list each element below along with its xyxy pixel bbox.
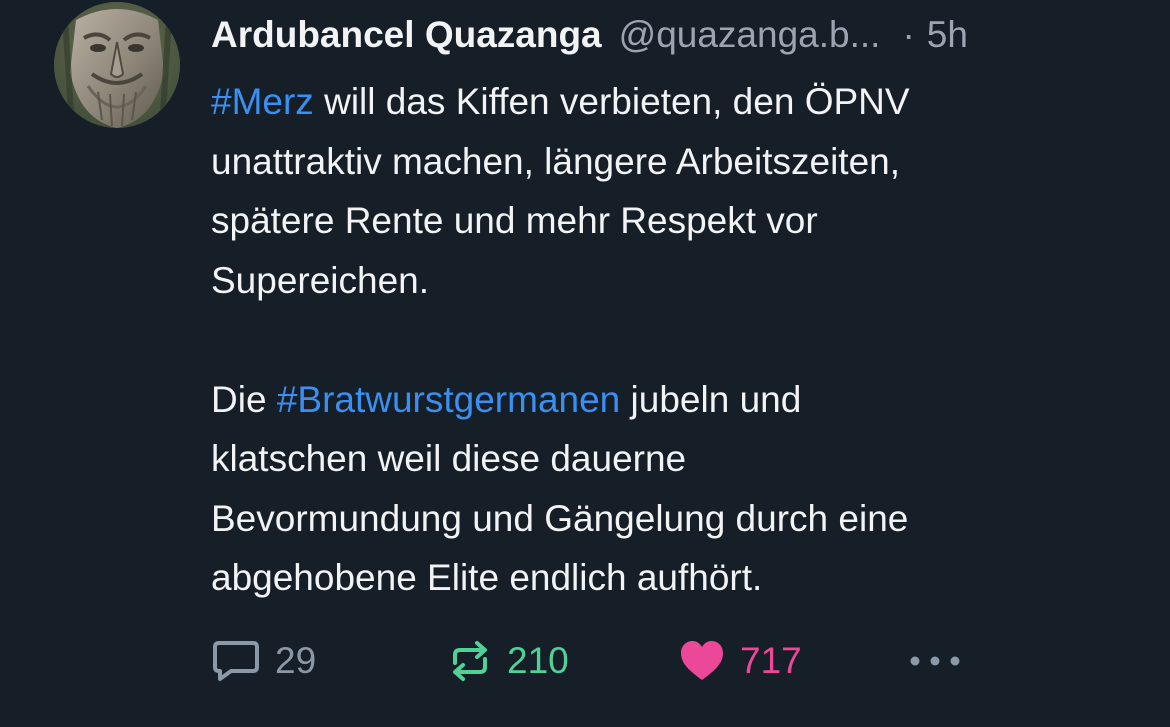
post-timestamp[interactable]: 5h (927, 10, 968, 60)
reply-button[interactable]: 29 (211, 636, 316, 686)
avatar[interactable] (54, 2, 180, 128)
text-line: spätere Rente und mehr Respekt vor (211, 200, 818, 241)
text-line: #Merz will das Kiffen verbieten, den ÖPN… (211, 72, 1141, 132)
text-segment: will das Kiffen verbieten, den ÖPNV (313, 81, 910, 122)
like-button[interactable]: 717 (678, 636, 802, 686)
more-options-button[interactable] (907, 636, 963, 686)
post-paragraph-2: Die #Bratwurstgermanen jubeln und klatsc… (211, 370, 1141, 608)
text-segment: Die (211, 378, 277, 420)
text-line: Bevormundung und Gängelung durch eine (211, 497, 909, 539)
hashtag-link-merz[interactable]: #Merz (211, 81, 314, 122)
more-dots-icon (907, 651, 963, 671)
post: Ardubancel Quazanga @quazanga.b... · 5h … (0, 0, 1170, 727)
post-paragraph-1: #Merz will das Kiffen verbieten, den ÖPN… (211, 72, 1141, 310)
post-actions: 29 210 717 (211, 636, 971, 686)
hashtag-link-bratwurstgermanen[interactable]: #Bratwurstgermanen (277, 379, 620, 420)
repost-button[interactable]: 210 (447, 636, 569, 686)
text-line: unattraktiv machen, längere Arbeitszeite… (211, 140, 900, 182)
like-count: 717 (740, 640, 802, 681)
reply-count: 29 (275, 640, 317, 681)
carved-face-avatar-image (54, 2, 180, 128)
text-line: Supereichen. (211, 259, 430, 301)
heart-icon (678, 639, 726, 683)
text-line: Die #Bratwurstgermanen jubeln und (211, 370, 1141, 430)
text-segment: jubeln und (620, 378, 802, 420)
speech-bubble-icon (211, 639, 261, 683)
separator-dot: · (902, 14, 915, 55)
text-line: klatschen weil diese dauerne (211, 438, 687, 479)
author-name[interactable]: Ardubancel Quazanga (211, 10, 602, 60)
repost-count: 210 (507, 640, 569, 681)
author-handle[interactable]: @quazanga.b... (619, 10, 881, 60)
post-text: #Merz will das Kiffen verbieten, den ÖPN… (211, 72, 1141, 608)
repost-arrows-icon (447, 639, 493, 683)
text-line: abgehobene Elite endlich aufhört. (211, 557, 763, 598)
post-header: Ardubancel Quazanga @quazanga.b... · 5h (211, 10, 1141, 60)
